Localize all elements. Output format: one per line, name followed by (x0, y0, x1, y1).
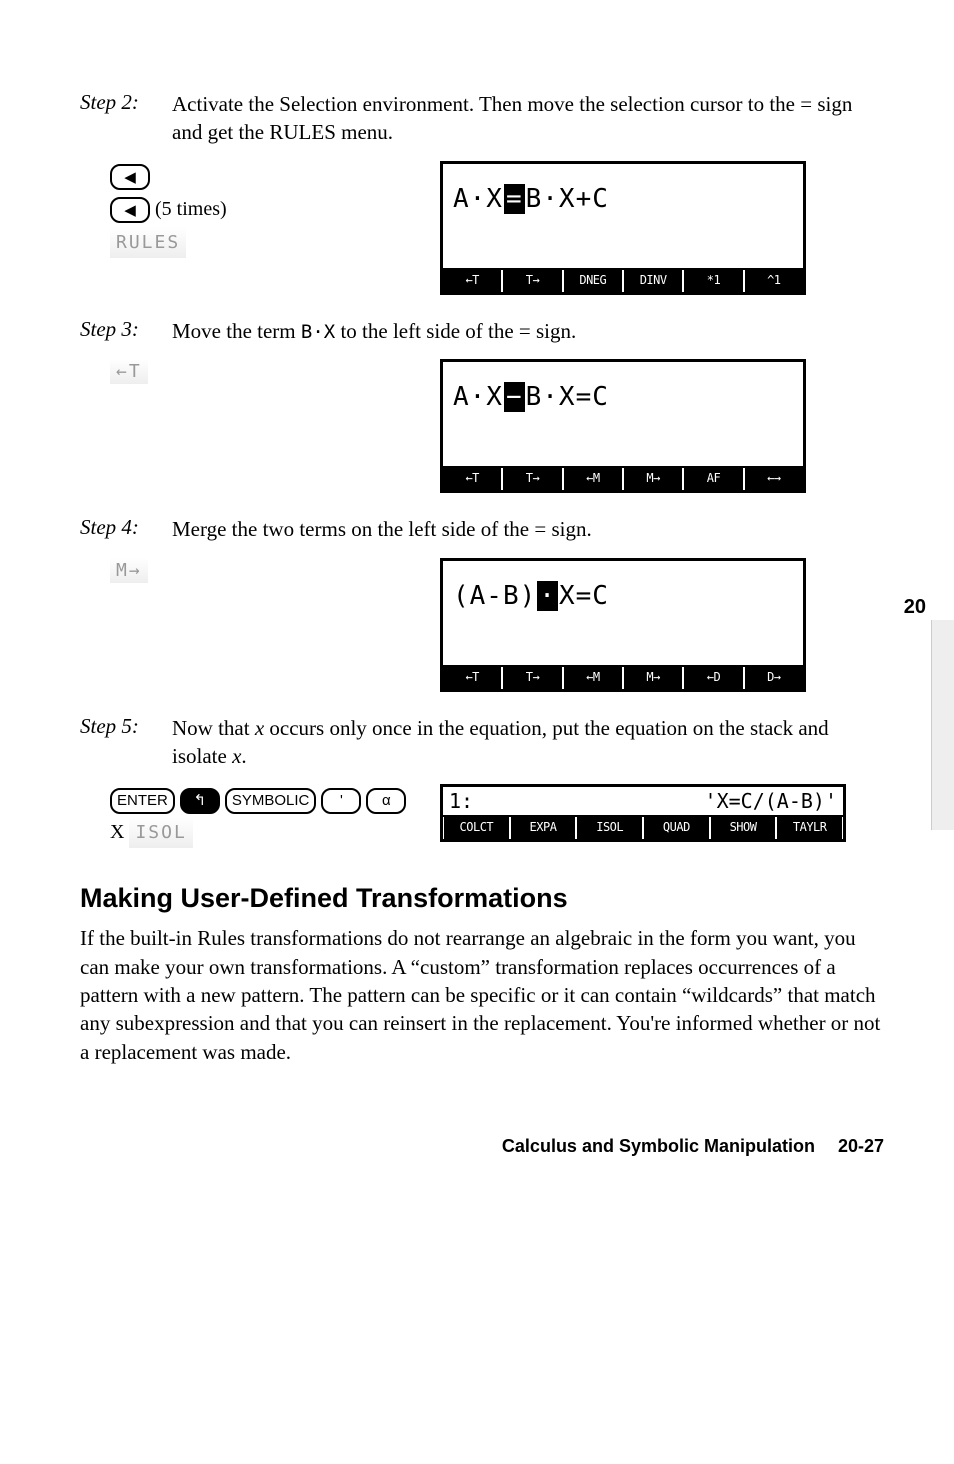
text-fragment: occurs only once in the equation, put th… (172, 716, 829, 768)
menu-item: SHOW (711, 817, 776, 839)
screen-formula: (A-B)·X=C (453, 571, 609, 611)
screen-formula: A·X=B·X+C (453, 174, 609, 214)
step-2-label: Step 2: (80, 90, 172, 115)
chapter-tab-number: 20 (904, 596, 926, 619)
key-prefix: X (110, 821, 129, 843)
screen-formula: A·X−B·X=C (453, 372, 609, 412)
calc-menu-3: ←T T→ ←M M→ AF ←→ (443, 466, 803, 490)
menu-item: M→ (624, 667, 684, 689)
enter-key: ENTER (110, 788, 175, 814)
menu-item: COLCT (444, 817, 509, 839)
menu-item: DNEG (564, 270, 624, 292)
step-3-text: Move the term B·X to the left side of th… (172, 317, 576, 346)
calc-menu-5: COLCT EXPA ISOL QUAD SHOW TAYLR (443, 815, 843, 839)
menu-item: TAYLR (777, 817, 842, 839)
step-2: Step 2: Activate the Selection environme… (80, 90, 884, 295)
step-2-keys: ◀ ◀ (5 times) RULES (110, 161, 420, 261)
menu-item: ←T (443, 270, 503, 292)
softkey-rules: RULES (110, 227, 186, 258)
menu-item: QUAD (644, 817, 709, 839)
step-3-keys: ←T (110, 359, 420, 384)
calc-menu-4: ←T T→ ←M M→ ←D D→ (443, 665, 803, 689)
step-4-keys: M→ (110, 558, 420, 583)
calc-menu-2: ←T T→ DNEG DINV *1 ^1 (443, 268, 803, 292)
text-fragment: Now that (172, 716, 255, 740)
step-4-text: Merge the two terms on the left side of … (172, 515, 592, 543)
step-5-keys: ENTER ↰ SYMBOLIC ' α X ISOL (110, 784, 420, 851)
text-fragment: Move the term (172, 319, 301, 343)
menu-item: M→ (624, 468, 684, 490)
stack-value: 'X=C/(A-B)' (705, 789, 837, 813)
left-arrow-key-icon: ◀ (110, 164, 150, 190)
menu-item: ←T (443, 468, 503, 490)
page: Step 2: Activate the Selection environme… (0, 0, 954, 1197)
symbolic-key: SYMBOLIC (225, 788, 317, 814)
step-5-label: Step 5: (80, 714, 172, 739)
section-heading: Making User-Defined Transformations (80, 883, 884, 914)
menu-item: AF (684, 468, 744, 490)
menu-item: ←D (684, 667, 744, 689)
softkey-m-right: M→ (110, 558, 148, 583)
text-fragment: . (241, 744, 246, 768)
alpha-key: α (366, 788, 406, 814)
tick-key: ' (321, 788, 361, 814)
section-paragraph: If the built-in Rules transformations do… (80, 924, 884, 1066)
menu-item: ←M (564, 667, 624, 689)
step-3-label: Step 3: (80, 317, 172, 342)
softkey-left-t: ←T (110, 359, 148, 384)
menu-item: EXPA (511, 817, 576, 839)
stack-level: 1: (449, 789, 473, 813)
text-fragment: to the left side of the = sign. (335, 319, 576, 343)
step-3: Step 3: Move the term B·X to the left si… (80, 317, 884, 494)
menu-item: T→ (503, 667, 563, 689)
menu-item: T→ (503, 468, 563, 490)
var-x: x (232, 744, 241, 768)
menu-item: D→ (745, 667, 803, 689)
var-x: x (255, 716, 264, 740)
page-footer: Calculus and Symbolic Manipulation 20-27 (80, 1136, 884, 1157)
shift-left-key-icon: ↰ (180, 788, 220, 814)
left-arrow-key-icon: ◀ (110, 197, 150, 223)
chapter-tab (931, 620, 954, 830)
menu-item: ←T (443, 667, 503, 689)
calc-screen-2: A·X=B·X+C ←T T→ DNEG DINV *1 ^1 (440, 161, 806, 295)
menu-item: ←→ (745, 468, 803, 490)
menu-item: ISOL (577, 817, 642, 839)
step-2-text: Activate the Selection environment. Then… (172, 90, 884, 147)
step-5: Step 5: Now that x occurs only once in t… (80, 714, 884, 852)
menu-item: T→ (503, 270, 563, 292)
calc-screen-3: A·X−B·X=C ←T T→ ←M M→ AF ←→ (440, 359, 806, 493)
calc-screen-5: 1: 'X=C/(A-B)' COLCT EXPA ISOL QUAD SHOW… (440, 784, 846, 842)
step-4-label: Step 4: (80, 515, 172, 540)
menu-item: ←M (564, 468, 624, 490)
step-5-text: Now that x occurs only once in the equat… (172, 714, 884, 771)
menu-item: DINV (624, 270, 684, 292)
menu-item: ^1 (745, 270, 803, 292)
key-repeat-note: (5 times) (155, 198, 227, 220)
step-4: Step 4: Merge the two terms on the left … (80, 515, 884, 691)
code-fragment: B·X (301, 321, 335, 343)
calc-screen-4: (A-B)·X=C ←T T→ ←M M→ ←D D→ (440, 558, 806, 692)
softkey-isol: ISOL (129, 817, 192, 848)
menu-item: *1 (684, 270, 744, 292)
